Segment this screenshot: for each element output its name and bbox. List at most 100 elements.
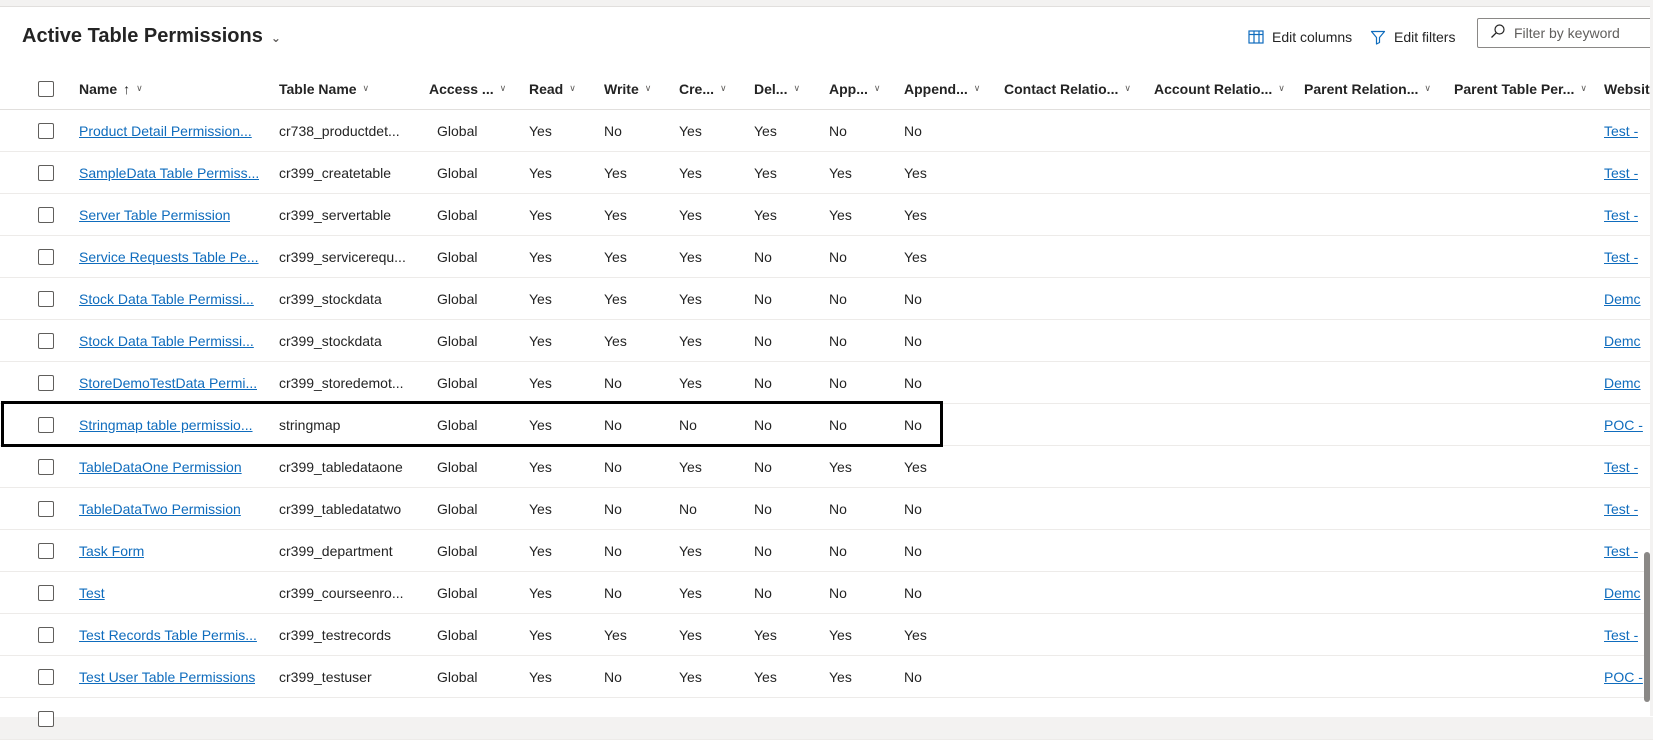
record-name-link[interactable]: Stock Data Table Permissi... <box>79 333 254 349</box>
website-link[interactable]: Demc <box>1604 291 1641 307</box>
record-name-link[interactable]: Task Form <box>79 543 144 559</box>
row-checkbox[interactable] <box>38 584 54 601</box>
column-header-name[interactable]: Name ↑ ∨ <box>79 68 143 109</box>
row-checkbox[interactable] <box>38 500 54 517</box>
column-header-delete[interactable]: Del... ∨ <box>754 68 800 109</box>
record-name-link[interactable]: Test <box>79 585 105 601</box>
website-link[interactable]: Test - <box>1604 207 1638 223</box>
row-checkbox[interactable] <box>38 710 54 727</box>
table-row[interactable]: StoreDemoTestData Permi... cr399_storedem… <box>0 362 1653 404</box>
table-row[interactable]: Product Detail Permission... cr738_produc… <box>0 110 1653 152</box>
cell-website[interactable]: Test - <box>1604 488 1638 529</box>
record-name-link[interactable]: Product Detail Permission... <box>79 123 252 139</box>
website-link[interactable]: Test - <box>1604 123 1638 139</box>
row-checkbox[interactable] <box>38 122 54 139</box>
row-select-cell[interactable] <box>38 152 54 193</box>
row-checkbox[interactable] <box>38 290 54 307</box>
record-name-link[interactable]: Test User Table Permissions <box>79 669 255 685</box>
website-link[interactable]: Demc <box>1604 375 1641 391</box>
checkbox[interactable] <box>38 80 54 97</box>
column-header-table[interactable]: Table Name ∨ <box>279 68 369 109</box>
table-row[interactable]: Service Requests Table Pe... cr399_servic… <box>0 236 1653 278</box>
cell-name[interactable]: TableDataTwo Permission <box>79 488 241 529</box>
table-row[interactable]: TableDataTwo Permission cr399_tabledatatw… <box>0 488 1653 530</box>
view-selector[interactable]: Active Table Permissions ⌄ <box>22 25 281 48</box>
row-select-cell[interactable] <box>38 194 54 235</box>
table-row[interactable]: Server Table Permission cr399_servertable… <box>0 194 1653 236</box>
website-link[interactable]: Test - <box>1604 501 1638 517</box>
website-link[interactable]: Demc <box>1604 585 1641 601</box>
column-header-write[interactable]: Write ∨ <box>604 68 651 109</box>
cell-name[interactable]: Test User Table Permissions <box>79 656 255 697</box>
row-checkbox[interactable] <box>38 668 54 685</box>
row-checkbox[interactable] <box>38 416 54 433</box>
edit-columns-button[interactable]: Edit columns <box>1248 29 1352 45</box>
row-select-cell[interactable] <box>38 236 54 277</box>
column-header-access[interactable]: Access ... ∨ <box>429 68 506 109</box>
table-row[interactable]: Test cr399_courseenro... Global Yes No Yes No N… <box>0 572 1653 614</box>
cell-website[interactable]: Test - <box>1604 236 1638 277</box>
website-link[interactable]: Test - <box>1604 459 1638 475</box>
row-select-cell[interactable] <box>38 698 54 739</box>
table-row[interactable]: Stock Data Table Permissi... cr399_stockd… <box>0 278 1653 320</box>
website-link[interactable]: Test - <box>1604 165 1638 181</box>
cell-website[interactable]: Demc <box>1604 572 1641 613</box>
cell-website[interactable]: Test - <box>1604 614 1638 655</box>
table-row[interactable]: Test Records Table Permis... cr399_testre… <box>0 614 1653 656</box>
row-select-cell[interactable] <box>38 320 54 361</box>
record-name-link[interactable]: Service Requests Table Pe... <box>79 249 259 265</box>
website-link[interactable]: POC - <box>1604 417 1643 433</box>
record-name-link[interactable]: Server Table Permission <box>79 207 230 223</box>
cell-website[interactable]: POC - <box>1604 404 1643 445</box>
website-link[interactable]: Test - <box>1604 543 1638 559</box>
record-name-link[interactable]: Stock Data Table Permissi... <box>79 291 254 307</box>
website-link[interactable]: POC - <box>1604 669 1643 685</box>
record-name-link[interactable]: TableDataOne Permission <box>79 459 242 475</box>
row-select-cell[interactable] <box>38 530 54 571</box>
row-select-cell[interactable] <box>38 278 54 319</box>
select-all-checkbox[interactable] <box>38 68 54 109</box>
cell-name[interactable]: Task Form <box>79 530 144 571</box>
row-select-cell[interactable] <box>38 446 54 487</box>
cell-website[interactable]: POC - <box>1604 656 1643 697</box>
row-checkbox[interactable] <box>38 458 54 475</box>
cell-website[interactable]: Test - <box>1604 110 1638 151</box>
row-select-cell[interactable] <box>38 488 54 529</box>
table-row[interactable]: TableDataOne Permission cr399_tabledataon… <box>0 446 1653 488</box>
edit-filters-button[interactable]: Edit filters <box>1370 29 1455 45</box>
cell-website[interactable]: Test - <box>1604 194 1638 235</box>
column-header-parenttable[interactable]: Parent Table Per... ∨ <box>1454 68 1587 109</box>
row-checkbox[interactable] <box>38 626 54 643</box>
keyword-filter-box[interactable] <box>1477 18 1653 48</box>
cell-website[interactable]: Demc <box>1604 362 1641 403</box>
cell-name[interactable]: Server Table Permission <box>79 194 230 235</box>
row-checkbox[interactable] <box>38 374 54 391</box>
table-row[interactable]: Task Form cr399_department Global Yes No Yes N… <box>0 530 1653 572</box>
row-select-cell[interactable] <box>38 362 54 403</box>
column-header-appendto[interactable]: Append... ∨ <box>904 68 980 109</box>
row-checkbox[interactable] <box>38 206 54 223</box>
column-header-append[interactable]: App... ∨ <box>829 68 880 109</box>
row-select-cell[interactable] <box>38 614 54 655</box>
row-checkbox[interactable] <box>38 248 54 265</box>
cell-name[interactable]: Stock Data Table Permissi... <box>79 278 254 319</box>
row-checkbox[interactable] <box>38 164 54 181</box>
cell-website[interactable]: Demc <box>1604 278 1641 319</box>
column-header-website[interactable]: Website <box>1604 68 1653 109</box>
row-select-cell[interactable] <box>38 572 54 613</box>
column-header-parent[interactable]: Parent Relation... ∨ <box>1304 68 1431 109</box>
cell-website[interactable]: Test - <box>1604 530 1638 571</box>
column-header-read[interactable]: Read ∨ <box>529 68 576 109</box>
row-checkbox[interactable] <box>38 332 54 349</box>
table-row[interactable]: Stock Data Table Permissi... cr399_stockd… <box>0 320 1653 362</box>
website-link[interactable]: Test - <box>1604 627 1638 643</box>
cell-name[interactable]: Stringmap table permissio... <box>79 404 253 445</box>
row-select-cell[interactable] <box>38 404 54 445</box>
row-select-cell[interactable] <box>38 656 54 697</box>
column-header-create[interactable]: Cre... ∨ <box>679 68 727 109</box>
row-select-cell[interactable] <box>38 110 54 151</box>
cell-name[interactable]: TableDataOne Permission <box>79 446 242 487</box>
cell-name[interactable]: Test <box>79 572 105 613</box>
website-link[interactable]: Test - <box>1604 249 1638 265</box>
cell-name[interactable]: Service Requests Table Pe... <box>79 236 259 277</box>
